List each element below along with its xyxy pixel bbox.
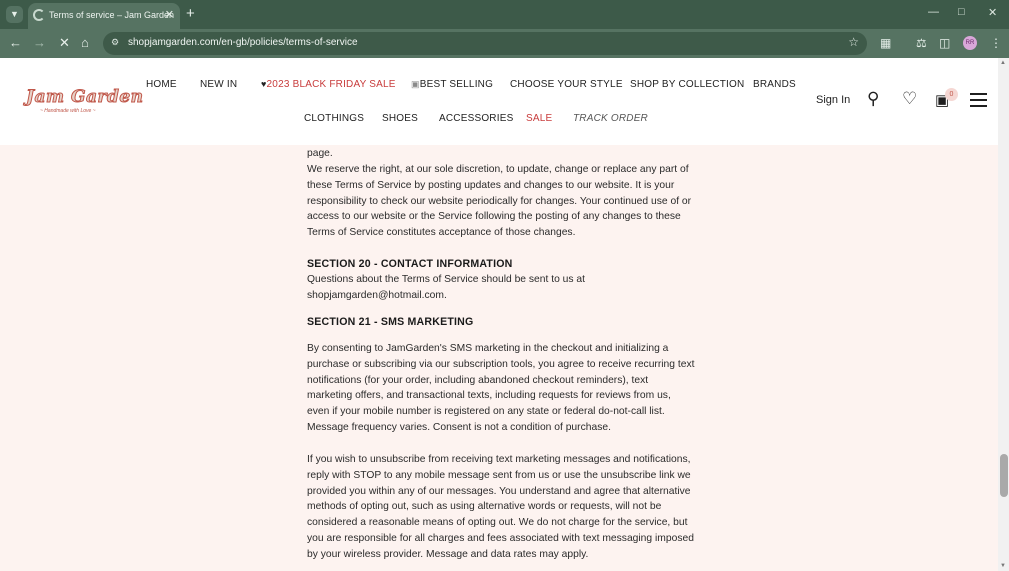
hamburger-icon[interactable] — [970, 93, 987, 107]
home-icon[interactable]: ⌂ — [81, 35, 89, 51]
plus-icon[interactable]: + — [186, 5, 195, 22]
flask-icon[interactable]: ⚖ — [916, 35, 927, 51]
nav-best-selling[interactable]: ▣BEST SELLING — [411, 79, 493, 90]
paragraph: By consenting to JamGarden's SMS marketi… — [307, 343, 695, 433]
nav-brands[interactable]: BRANDS — [753, 79, 796, 90]
nav-sale[interactable]: SALE — [526, 113, 552, 124]
logo-text: Jam Garden — [26, 87, 144, 108]
minimize-icon[interactable]: — — [928, 6, 939, 18]
nav-shoes[interactable]: SHOES — [382, 113, 418, 124]
nav-accessories[interactable]: ACCESSORIES — [439, 113, 513, 124]
section-21-title: SECTION 21 - SMS MARKETING — [307, 316, 474, 328]
puzzle-icon[interactable]: ▦ — [880, 35, 891, 51]
cart-count-badge: 0 — [945, 88, 958, 101]
arrow-left-icon[interactable]: ← — [9, 35, 22, 51]
cart-icon: ▣ — [411, 79, 420, 89]
nav-clothings[interactable]: CLOTHINGS — [304, 113, 364, 124]
nav-home[interactable]: HOME — [146, 79, 177, 90]
logo-tagline: ~ Handmade with Love ~ — [40, 108, 96, 114]
close-icon[interactable]: ✕ — [165, 8, 174, 21]
paragraph: Questions about the Terms of Service sho… — [307, 274, 585, 301]
stop-loading-icon[interactable]: ✕ — [59, 35, 70, 51]
nav-track-order[interactable]: TRACK ORDER — [573, 113, 648, 124]
tab-title: Terms of service – Jam Garden — [49, 10, 175, 20]
page-scrollbar[interactable]: ▲ ▼ — [998, 58, 1009, 571]
page-content: page. We reserve the right, at our sole … — [0, 145, 998, 571]
url-text[interactable]: shopjamgarden.com/en-gb/policies/terms-o… — [128, 37, 358, 48]
tune-icon[interactable]: ⚙ — [111, 37, 119, 48]
nav-shop-by-collection[interactable]: SHOP BY COLLECTION — [630, 79, 744, 90]
sidebar-icon[interactable]: ◫ — [939, 35, 950, 51]
site-header: Jam Garden ~ Handmade with Love ~ HOME N… — [0, 58, 998, 145]
browser-toolbar: ← → ✕ ⌂ ⚙ shopjamgarden.com/en-gb/polici… — [0, 29, 1009, 58]
section-20-title: SECTION 20 - CONTACT INFORMATION — [307, 258, 513, 270]
nav-best-selling-label: BEST SELLING — [419, 79, 494, 90]
tab-strip: ▼ Terms of service – Jam Garden ✕ + — □ … — [0, 0, 1009, 29]
address-bar[interactable]: ⚙ shopjamgarden.com/en-gb/policies/terms… — [103, 32, 867, 55]
site-logo[interactable]: Jam Garden ~ Handmade with Love ~ — [26, 87, 144, 117]
maximize-icon[interactable]: □ — [958, 6, 965, 18]
nav-new-in[interactable]: NEW IN — [200, 79, 237, 90]
nav-black-friday[interactable]: ♥2023 BLACK FRIDAY SALE — [261, 79, 396, 90]
chevron-down-icon[interactable]: ▼ — [6, 6, 23, 23]
paragraph: We reserve the right, at our sole discre… — [307, 164, 692, 239]
more-vertical-icon[interactable]: ⋮ — [990, 35, 1002, 51]
browser-tab[interactable]: Terms of service – Jam Garden ✕ — [28, 3, 180, 29]
avatar[interactable]: RR — [963, 36, 977, 50]
heart-icon[interactable]: ♡ — [902, 90, 917, 108]
paragraph: page. — [307, 148, 333, 159]
arrow-right-icon[interactable]: → — [33, 35, 46, 51]
paragraph: If you wish to unsubscribe from receivin… — [307, 454, 694, 560]
sign-in-link[interactable]: Sign In — [816, 94, 850, 106]
page-viewport: Jam Garden ~ Handmade with Love ~ HOME N… — [0, 58, 998, 571]
scroll-thumb[interactable] — [1000, 454, 1008, 497]
search-icon[interactable]: ⚲ — [867, 90, 879, 108]
star-icon[interactable]: ☆ — [848, 35, 859, 49]
scroll-down-icon[interactable]: ▼ — [1000, 563, 1006, 569]
loading-spinner-icon — [33, 9, 45, 21]
scroll-up-icon[interactable]: ▲ — [1000, 60, 1006, 66]
nav-black-friday-label: 2023 BLACK FRIDAY SALE — [266, 79, 396, 90]
nav-choose-your-style[interactable]: CHOOSE YOUR STYLE — [510, 79, 623, 90]
window-close-icon[interactable]: ✕ — [988, 6, 997, 19]
